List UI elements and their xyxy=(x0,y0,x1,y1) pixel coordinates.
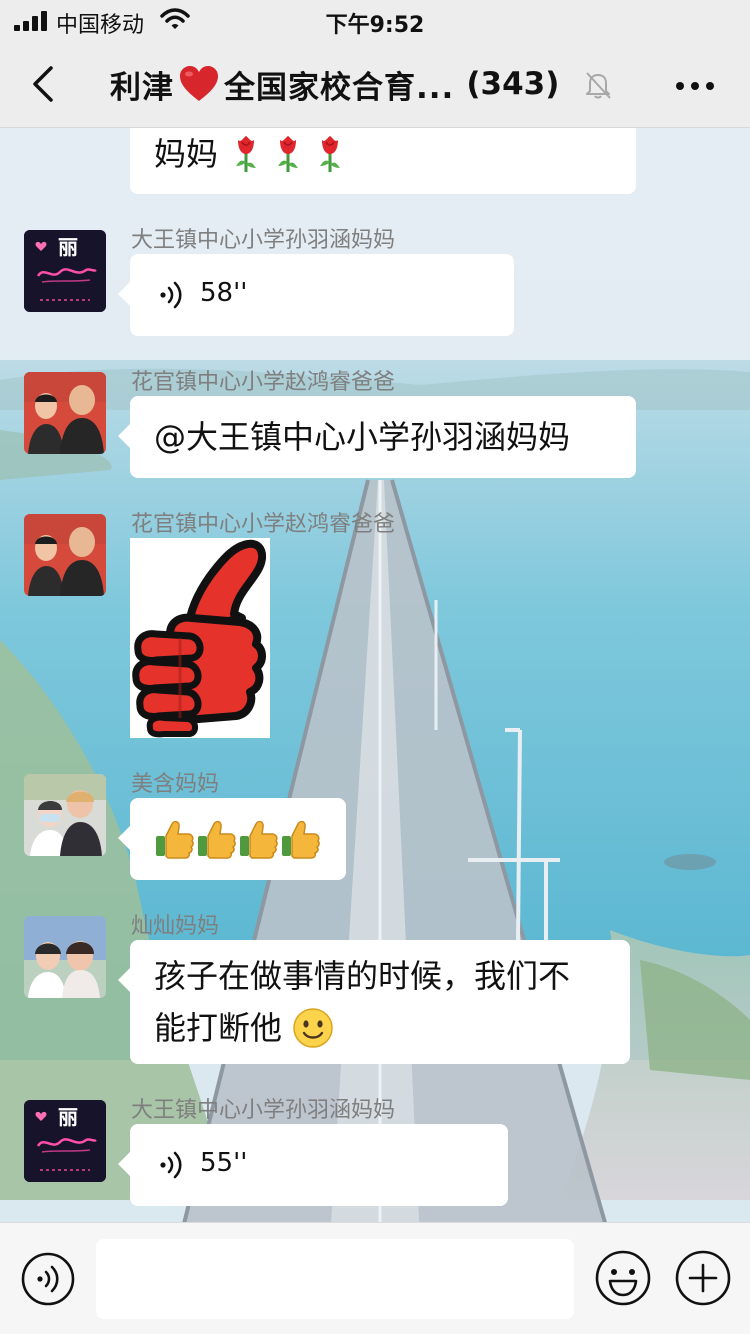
sender-name: 灿灿妈妈 xyxy=(131,914,220,939)
mother-daughter-photo-avatar xyxy=(24,916,106,998)
svg-text:丽: 丽 xyxy=(58,1105,78,1129)
emoji-face-icon[interactable] xyxy=(594,1249,652,1307)
sender-name: 花官镇中心小学赵鸿睿爸爸 xyxy=(131,370,396,395)
red-heart-icon xyxy=(180,66,218,101)
voice-message-bubble[interactable]: 55'' xyxy=(118,1124,508,1206)
voice-toggle-icon[interactable] xyxy=(20,1251,76,1307)
member-count: (343) xyxy=(466,66,560,102)
chat-title-suffix: 全国家校合育... xyxy=(224,69,455,106)
rose-emoji-icon xyxy=(232,134,358,174)
message-text: @大王镇中心小学孙羽涵妈妈 xyxy=(154,418,571,456)
mother-child-photo-avatar xyxy=(24,774,106,856)
message-text-line1: 孩子在做事情的时候，我们不 xyxy=(154,957,571,995)
chat-header: 利津 全国家校合育... (343) xyxy=(0,40,750,128)
avatar[interactable] xyxy=(24,774,106,856)
clock: 下午9:52 xyxy=(325,13,425,38)
avatar[interactable] xyxy=(24,916,106,998)
thumbs-up-sticker[interactable] xyxy=(130,538,270,738)
message-bubble[interactable]: 妈妈 xyxy=(130,128,636,194)
neon-logo-avatar: 丽 xyxy=(24,230,106,312)
chevron-left-icon[interactable] xyxy=(20,60,68,108)
sender-name: 花官镇中心小学赵鸿睿爸爸 xyxy=(131,512,396,537)
voice-duration: 58'' xyxy=(200,278,248,308)
voice-message-bubble[interactable]: 58'' xyxy=(118,254,514,336)
message-text-line2: 能打断他 xyxy=(154,1009,283,1047)
sender-name: 大王镇中心小学孙羽涵妈妈 xyxy=(131,1098,396,1123)
more-dots-icon[interactable] xyxy=(668,66,722,102)
chat-title[interactable]: 利津 全国家校合育... (343) xyxy=(110,62,559,106)
father-son-photo-avatar xyxy=(24,514,106,596)
message-text: 妈妈 xyxy=(154,135,219,173)
svg-text:丽: 丽 xyxy=(58,235,78,259)
father-son-photo-avatar xyxy=(24,372,106,454)
input-bar xyxy=(0,1222,750,1334)
message-bubble[interactable]: 孩子在做事情的时候，我们不 能打断他 xyxy=(118,940,630,1064)
sender-name: 美含妈妈 xyxy=(131,772,220,797)
message-list[interactable]: 妈妈 丽 大王镇中心小学孙羽涵妈妈 58'' 花官镇中心小学赵鸿睿爸爸 @大王镇… xyxy=(0,128,750,1222)
avatar[interactable]: 丽 xyxy=(24,1100,106,1182)
avatar[interactable] xyxy=(24,514,106,596)
voice-wave-icon xyxy=(160,281,182,309)
message-input[interactable] xyxy=(96,1239,574,1319)
smile-emoji-icon xyxy=(293,1008,333,1048)
sender-name: 大王镇中心小学孙羽涵妈妈 xyxy=(131,228,396,253)
status-bar: 中国移动 下午9:52 xyxy=(0,0,750,40)
plus-circle-icon[interactable] xyxy=(674,1249,732,1307)
voice-duration: 55'' xyxy=(200,1148,248,1178)
avatar[interactable]: 丽 xyxy=(24,230,106,312)
thumbs-up-emoji-icon xyxy=(156,820,320,859)
message-bubble[interactable]: @大王镇中心小学孙羽涵妈妈 xyxy=(118,396,636,478)
chat-title-prefix: 利津 xyxy=(110,69,174,106)
message-bubble[interactable] xyxy=(118,798,346,880)
avatar[interactable] xyxy=(24,372,106,454)
neon-logo-avatar: 丽 xyxy=(24,1100,106,1182)
voice-wave-icon xyxy=(160,1151,182,1179)
bell-muted-icon xyxy=(586,72,611,99)
